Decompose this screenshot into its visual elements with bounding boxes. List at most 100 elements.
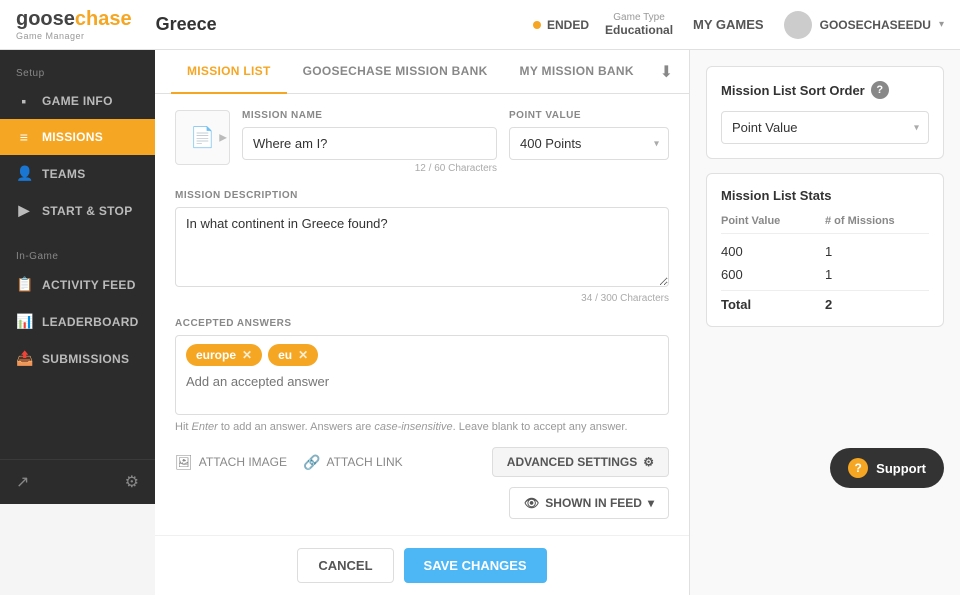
stats-cell-missions-2: 1 [825,267,929,282]
share-icon[interactable]: ↗ [16,472,29,492]
remove-europe-icon[interactable]: ✕ [242,348,252,362]
leaderboard-icon: 📊 [16,313,32,330]
sidebar-ingame-section: In-Game 📋 ACTIVITY FEED 📊 LEADERBOARD 📤 … [0,233,155,381]
stats-cell-600: 600 [721,267,825,282]
sort-select[interactable]: Point Value Alphabetical [721,111,929,144]
logo-sub: Game Manager [16,31,132,41]
tab-mission-list[interactable]: MISSION LIST [171,50,287,94]
page-title: Greece [156,14,217,35]
sidebar-ingame-label: In-Game [0,243,155,266]
sidebar-item-missions[interactable]: ≡ MISSIONS [0,119,155,155]
sidebar-item-game-info[interactable]: ▪ GAME INFO [0,83,155,119]
thumb-arrow-icon: ▶ [219,132,227,143]
description-group: MISSION DESCRIPTION 34 / 300 Characters [175,190,669,304]
avatar [784,11,812,39]
support-icon: ? [848,458,868,478]
status-text: ENDED [547,18,589,32]
feed-chevron-icon: ▾ [648,496,654,510]
cancel-button[interactable]: CANCEL [297,548,393,583]
start-stop-icon: ▶ [16,202,32,219]
sidebar-item-submissions[interactable]: 📤 SUBMISSIONS [0,340,155,377]
sort-select-wrap: Point Value Alphabetical ▾ [721,111,929,144]
stats-header: Point Value # of Missions [721,215,929,234]
attach-image-button[interactable]: 🖼 ATTACH IMAGE [175,454,287,471]
gear-icon: ⚙ [643,455,654,469]
game-type-value: Educational [605,23,673,37]
sidebar-item-start-stop[interactable]: ▶ START & STOP [0,192,155,229]
sidebar-item-leaderboard[interactable]: 📊 LEADERBOARD [0,303,155,340]
mission-name-input[interactable] [242,127,497,160]
attach-link-button[interactable]: 🔗 ATTACH LINK [303,454,403,471]
support-label: Support [876,461,926,476]
name-points-row: MISSION NAME 12 / 60 Characters POINT VA… [242,110,669,174]
image-icon: 🖼 [175,454,193,471]
point-value-select-wrap: 400 Points 200 Points 600 Points ▾ [509,127,669,160]
feed-row: 👁 SHOWN IN FEED ▾ [175,487,669,519]
settings-icon[interactable]: ⚙ [125,472,139,492]
stats-cell-400: 400 [721,244,825,259]
status-dot [533,21,541,29]
sidebar-item-label: LEADERBOARD [42,315,139,329]
mission-desc-input[interactable] [175,207,669,287]
sidebar-item-label: ACTIVITY FEED [42,278,136,292]
mission-thumbnail[interactable]: 📄 ▶ [175,110,230,165]
logo: goosechase Game Manager [16,8,132,41]
content-area: MISSION LIST GOOSECHASE MISSION BANK MY … [155,50,690,595]
answer-hint: Hit Enter to add an answer. Answers are … [175,421,669,433]
sort-order-panel: Mission List Sort Order ? Point Value Al… [706,66,944,159]
action-row: 🖼 ATTACH IMAGE 🔗 ATTACH LINK ADVANCED SE… [175,447,669,477]
game-icon: ▪ [16,93,32,109]
point-value-select[interactable]: 400 Points 200 Points 600 Points [509,127,669,160]
stats-total-label: Total [721,297,825,312]
answer-tag-europe: europe ✕ [186,344,262,366]
sidebar-item-teams[interactable]: 👤 TEAMS [0,155,155,192]
sidebar-item-label: GAME INFO [42,94,113,108]
tag-label: eu [278,348,292,362]
accepted-answers-label: ACCEPTED ANSWERS [175,318,669,329]
stats-title: Mission List Stats [721,188,929,203]
point-value-group: POINT VALUE 400 Points 200 Points 600 Po… [509,110,669,174]
support-button[interactable]: ? Support [830,448,944,488]
main-content: MISSION LIST GOOSECHASE MISSION BANK MY … [155,50,960,595]
sidebar: Setup ▪ GAME INFO ≡ MISSIONS 👤 TEAMS ▶ S… [0,50,155,504]
stats-row-600: 600 1 [721,263,929,286]
stats-cell-missions-1: 1 [825,244,929,259]
teams-icon: 👤 [16,165,32,182]
submissions-icon: 📤 [16,350,32,367]
stats-table: Point Value # of Missions 400 1 600 1 To… [721,215,929,312]
sort-help-icon[interactable]: ? [871,81,889,99]
tab-my-bank[interactable]: MY MISSION BANK [504,50,650,94]
save-button[interactable]: SAVE CHANGES [404,548,547,583]
chevron-down-icon: ▾ [939,19,944,30]
answers-container[interactable]: europe ✕ eu ✕ [175,335,669,415]
stats-total: Total 2 [721,290,929,312]
tabs: MISSION LIST GOOSECHASE MISSION BANK MY … [155,50,689,94]
username: GOOSECHASEEDU [820,18,931,32]
stats-row-400: 400 1 [721,240,929,263]
point-value-label: POINT VALUE [509,110,669,121]
add-answer-input[interactable] [186,372,658,391]
sort-order-title: Mission List Sort Order ? [721,81,929,99]
shown-in-feed-button[interactable]: 👁 SHOWN IN FEED ▾ [509,487,669,519]
game-type-label: Game Type [605,12,673,23]
answer-tags: europe ✕ eu ✕ [186,344,658,366]
tag-label: europe [196,348,236,362]
activity-icon: 📋 [16,276,32,293]
my-games-link[interactable]: MY GAMES [693,17,764,32]
sidebar-setup-label: Setup [0,60,155,83]
download-icon[interactable]: ⬇ [660,62,673,82]
mission-header: 📄 ▶ MISSION NAME 12 / 60 Characters POIN… [175,110,669,174]
mission-fields: MISSION NAME 12 / 60 Characters POINT VA… [242,110,669,174]
sidebar-item-activity-feed[interactable]: 📋 ACTIVITY FEED [0,266,155,303]
remove-eu-icon[interactable]: ✕ [298,348,308,362]
sidebar-setup-section: Setup ▪ GAME INFO ≡ MISSIONS 👤 TEAMS ▶ S… [0,50,155,233]
answer-tag-eu: eu ✕ [268,344,318,366]
tab-goosechase-bank[interactable]: GOOSECHASE MISSION BANK [287,50,504,94]
advanced-settings-button[interactable]: ADVANCED SETTINGS ⚙ [492,447,669,477]
sidebar-item-label: START & STOP [42,204,133,218]
sidebar-item-label: TEAMS [42,167,86,181]
stats-col-point-value: Point Value [721,215,825,227]
missions-icon: ≡ [16,129,32,145]
mission-form: 📄 ▶ MISSION NAME 12 / 60 Characters POIN… [155,94,689,535]
user-menu[interactable]: GOOSECHASEEDU ▾ [784,11,944,39]
